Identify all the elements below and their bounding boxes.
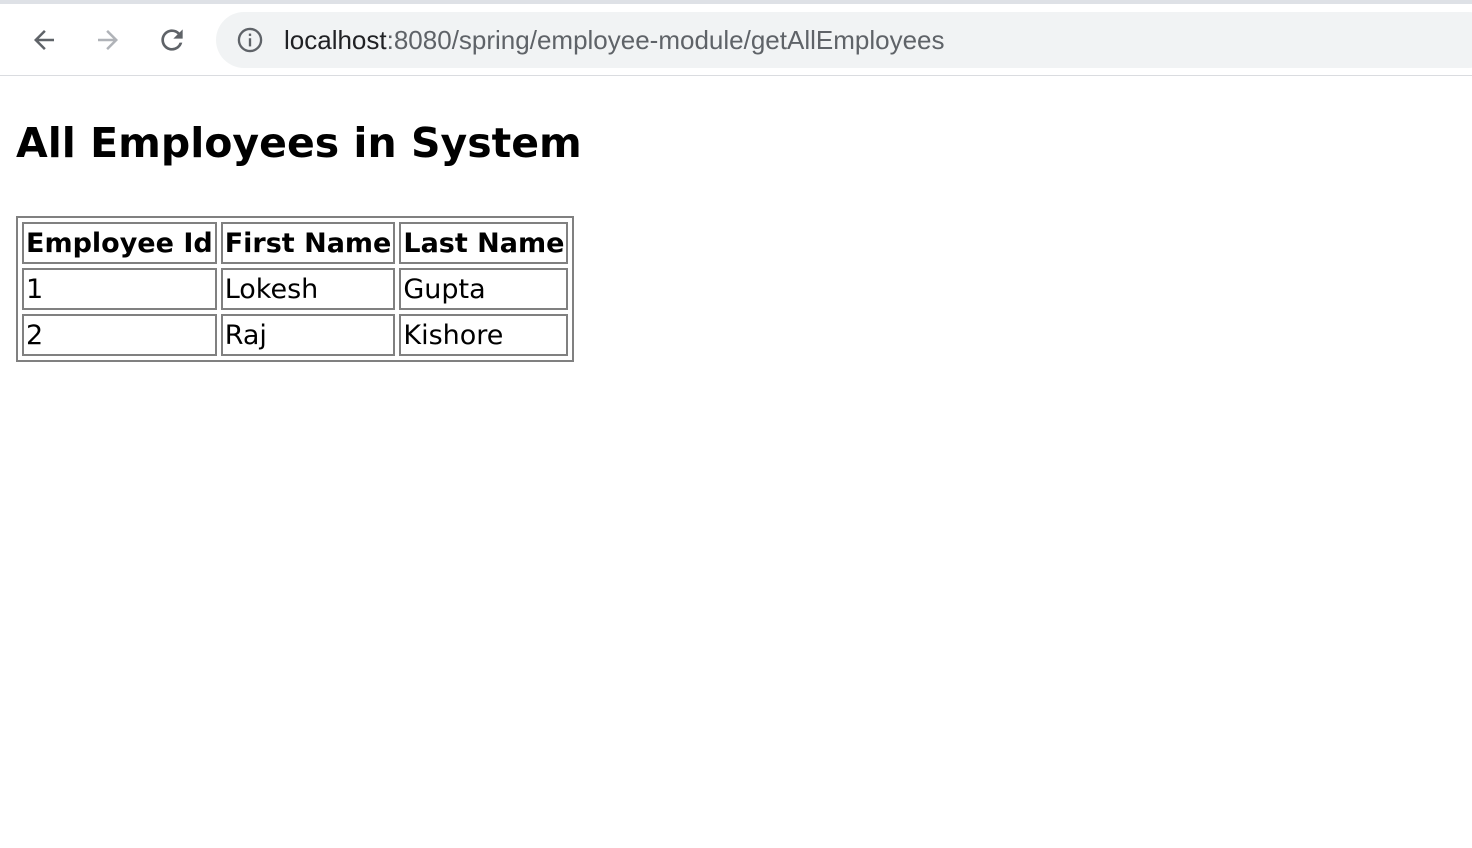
browser-toolbar: localhost:8080/spring/employee-module/ge… [0, 4, 1472, 76]
cell-employee-id: 1 [22, 268, 217, 310]
forward-button[interactable] [88, 20, 128, 60]
cell-first-name: Raj [220, 314, 396, 356]
header-first-name: First Name [220, 222, 396, 264]
header-employee-id: Employee Id [22, 222, 217, 264]
table-row: 2 Raj Kishore [22, 314, 569, 356]
cell-last-name: Gupta [399, 268, 569, 310]
header-last-name: Last Name [399, 222, 569, 264]
back-button[interactable] [24, 20, 64, 60]
address-bar[interactable]: localhost:8080/spring/employee-module/ge… [216, 12, 1472, 68]
page-content: All Employees in System Employee Id Firs… [16, 112, 582, 362]
info-icon[interactable] [236, 26, 264, 54]
url-path: :8080/spring/employee-module/getAllEmplo… [386, 25, 945, 55]
table-row: 1 Lokesh Gupta [22, 268, 569, 310]
url-text[interactable]: localhost:8080/spring/employee-module/ge… [284, 12, 945, 68]
cell-first-name: Lokesh [220, 268, 396, 310]
cell-last-name: Kishore [399, 314, 569, 356]
reload-button[interactable] [152, 20, 192, 60]
employees-table: Employee Id First Name Last Name 1 Lokes… [16, 216, 575, 362]
reload-icon [161, 29, 183, 51]
page-title: All Employees in System [16, 119, 582, 167]
back-arrow-icon [34, 30, 54, 50]
table-header-row: Employee Id First Name Last Name [22, 222, 569, 264]
forward-arrow-icon [98, 30, 118, 50]
url-host: localhost [284, 25, 387, 55]
cell-employee-id: 2 [22, 314, 217, 356]
